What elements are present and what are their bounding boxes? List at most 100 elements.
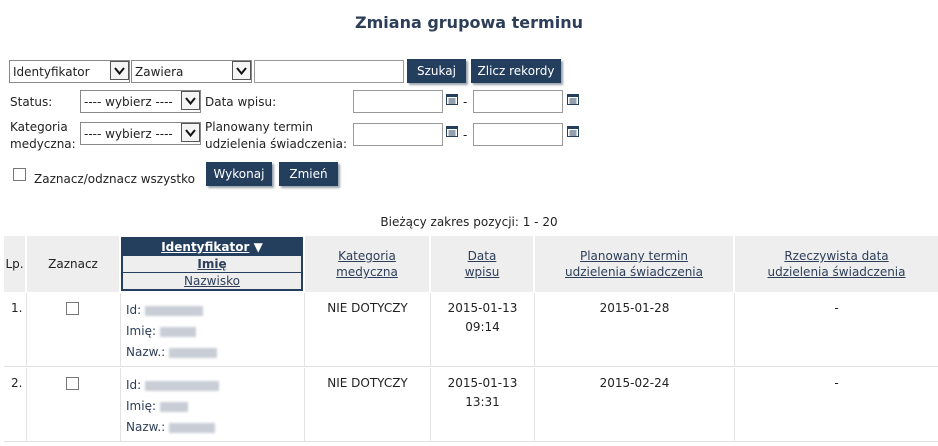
operator-select[interactable]: Zawiera	[131, 60, 252, 83]
row-date: 2015-01-13	[447, 301, 518, 315]
row-checkbox[interactable]	[66, 377, 79, 390]
row-surname-prefix: Nazw.:	[126, 420, 166, 434]
row-entry-date: 2015-01-13 13:31	[431, 368, 535, 442]
header-actual-line2: udzielenia świadczenia	[767, 265, 906, 279]
range-info: Bieżący zakres pozycji: 1 - 20	[380, 215, 558, 229]
page-title: Zmiana grupowa terminu	[355, 13, 583, 32]
header-category[interactable]: Kategoria medyczna	[305, 236, 431, 292]
redacted-value	[160, 401, 188, 412]
header-category-link[interactable]: Kategoria medyczna	[336, 248, 398, 280]
category-label: Kategoria medyczna:	[10, 119, 76, 152]
header-sort-surname[interactable]: Nazwisko	[123, 273, 301, 289]
row-planned: 2015-01-28	[535, 293, 735, 367]
header-actual-line1: Rzeczywista data	[784, 249, 889, 263]
toggle-all-label: Zaznacz/odznacz wszystko	[34, 172, 195, 186]
category-label-line1: Kategoria	[10, 120, 68, 134]
row-surname-prefix: Nazw.:	[126, 345, 166, 359]
search-input[interactable]	[254, 60, 404, 83]
planned-term-label: Planowany termin udzielenia świadczenia:	[205, 119, 347, 152]
category-select[interactable]: ---- wybierz ----	[80, 122, 201, 145]
header-identifier-sort[interactable]: Identyfikator ▼ Imię Nazwisko	[121, 237, 303, 291]
table-row: 1. Id: Imię: Nazw.: NIE DOTYCZY 2015-01-…	[4, 293, 938, 367]
header-planned-line2: udzielenia świadczenia	[564, 265, 703, 279]
row-surname-line: Nazw.:	[126, 417, 304, 438]
table-row: 2. Id: Imię: Nazw.: NIE DOTYCZY 2015-01-…	[4, 368, 938, 442]
header-date-line1: Data	[467, 249, 497, 263]
row-lp: 2.	[4, 368, 27, 442]
header-actual-date[interactable]: Rzeczywista data udzielenia świadczenia	[735, 236, 938, 292]
planned-label-line1: Planowany termin	[205, 120, 313, 134]
row-identity: Id: Imię: Nazw.:	[121, 368, 305, 442]
entry-date-label: Data wpisu:	[205, 95, 277, 109]
header-category-line2: medyczna	[336, 265, 398, 279]
calendar-icon[interactable]	[567, 126, 579, 137]
redacted-value	[169, 347, 218, 358]
row-select-cell	[27, 368, 121, 442]
header-planned-link[interactable]: Planowany termin udzielenia świadczenia	[565, 248, 703, 280]
header-date-line2: wpisu	[464, 265, 500, 279]
search-button[interactable]: Szukaj	[407, 59, 466, 83]
entry-date-to-input[interactable]	[473, 90, 563, 113]
operator-select-control[interactable]: Zawiera	[131, 60, 252, 83]
change-button[interactable]: Zmień	[279, 162, 338, 186]
redacted-value	[145, 305, 204, 316]
row-name-prefix: Imię:	[126, 324, 156, 338]
calendar-icon[interactable]	[446, 94, 458, 105]
row-id-line[interactable]: Id:	[126, 300, 304, 321]
row-date: 2015-01-13	[447, 376, 518, 390]
category-label-line2: medyczna:	[10, 137, 76, 151]
calendar-icon[interactable]	[446, 126, 458, 137]
row-name-line: Imię:	[126, 321, 304, 342]
row-id-line[interactable]: Id:	[126, 375, 304, 396]
status-select-control[interactable]: ---- wybierz ----	[80, 90, 201, 113]
row-time: 13:31	[465, 395, 500, 409]
header-planned-line1: Planowany termin	[579, 249, 688, 263]
row-category: NIE DOTYCZY	[305, 368, 431, 442]
row-entry-date: 2015-01-13 09:14	[431, 293, 535, 367]
row-select-cell	[27, 293, 121, 367]
category-select-control[interactable]: ---- wybierz ----	[80, 122, 201, 145]
status-select[interactable]: ---- wybierz ----	[80, 90, 201, 113]
row-planned: 2015-02-24	[535, 368, 735, 442]
range-dash: -	[463, 95, 468, 109]
count-records-button[interactable]: Zlicz rekordy	[471, 59, 561, 83]
row-category: NIE DOTYCZY	[305, 293, 431, 367]
status-label: Status:	[10, 95, 53, 109]
header-lp: Lp.	[4, 236, 27, 292]
row-lp: 1.	[4, 293, 27, 367]
sort-down-icon: ▼	[253, 240, 263, 254]
row-actual: -	[834, 376, 839, 390]
header-actual-link[interactable]: Rzeczywista data udzielenia świadczenia	[767, 248, 905, 280]
header-planned-term[interactable]: Planowany termin udzielenia świadczenia	[535, 236, 735, 292]
row-surname-line: Nazw.:	[126, 342, 304, 363]
header-sort-id[interactable]: Identyfikator ▼	[123, 239, 301, 256]
row-actual: -	[834, 301, 839, 315]
entry-date-from-input[interactable]	[353, 90, 443, 113]
toggle-all-checkbox[interactable]	[13, 168, 26, 181]
field-select[interactable]: Identyfikator	[9, 60, 130, 83]
header-lp-text: Lp.	[5, 257, 24, 271]
redacted-value	[145, 380, 220, 391]
row-name-line: Imię:	[126, 396, 304, 417]
planned-from-input[interactable]	[353, 123, 443, 146]
redacted-value	[169, 422, 216, 433]
header-select-text: Zaznacz	[48, 257, 98, 271]
row-checkbox[interactable]	[66, 302, 79, 315]
row-time: 09:14	[465, 320, 500, 334]
header-category-line1: Kategoria	[338, 249, 396, 263]
row-id-prefix: Id:	[126, 303, 142, 317]
header-select: Zaznacz	[27, 236, 121, 292]
execute-button[interactable]: Wykonaj	[206, 162, 272, 186]
calendar-icon[interactable]	[567, 94, 579, 105]
planned-label-line2: udzielenia świadczenia:	[205, 137, 348, 151]
row-identity: Id: Imię: Nazw.:	[121, 293, 305, 367]
row-id-prefix: Id:	[126, 378, 142, 392]
header-sort-name[interactable]: Imię	[123, 256, 301, 273]
header-entry-date-link[interactable]: Data wpisu	[465, 248, 500, 280]
row-name-prefix: Imię:	[126, 399, 156, 413]
planned-to-input[interactable]	[473, 123, 563, 146]
field-select-control[interactable]: Identyfikator	[9, 60, 130, 83]
header-id-text: Identyfikator	[161, 240, 250, 254]
header-entry-date[interactable]: Data wpisu	[431, 236, 535, 292]
redacted-value	[160, 326, 196, 337]
